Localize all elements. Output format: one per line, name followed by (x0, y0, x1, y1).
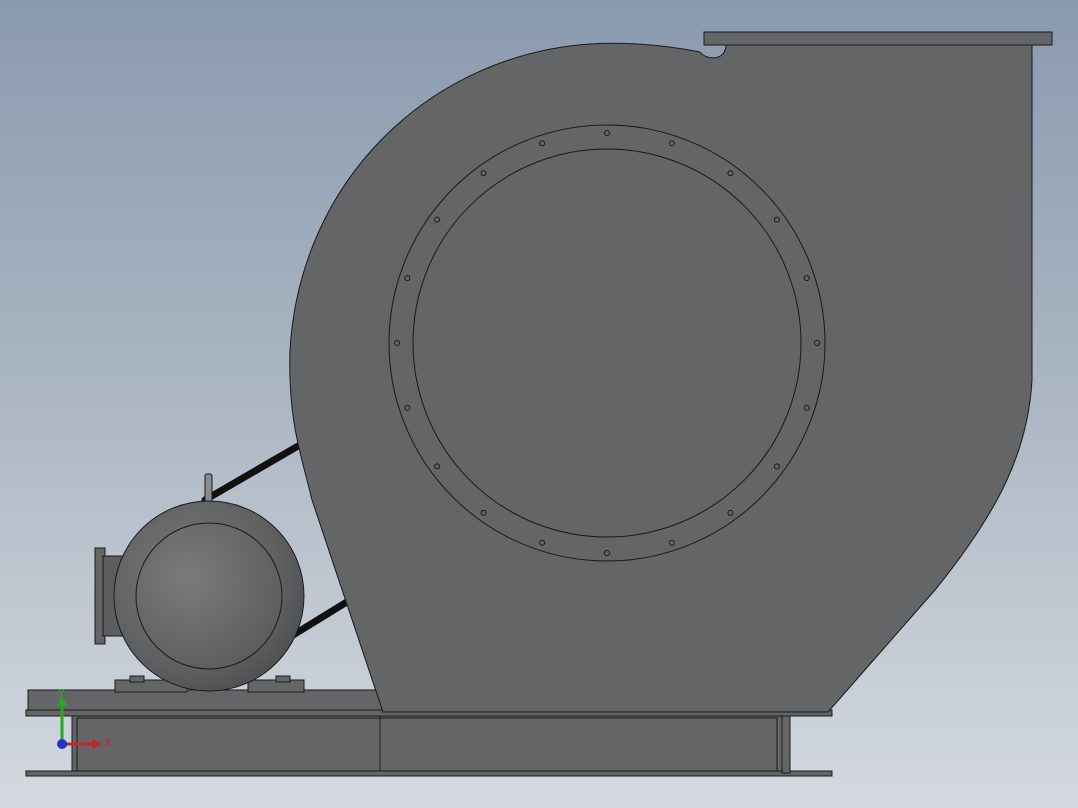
cad-graphics-area[interactable]: Y X (0, 0, 1078, 808)
x-axis-label: X (104, 736, 112, 749)
outlet-flange[interactable] (703, 31, 1053, 46)
fan-assembly-model[interactable] (0, 0, 1078, 808)
y-axis-label: Y (57, 687, 65, 700)
motor[interactable] (94, 473, 305, 693)
coordinate-triad[interactable]: Y X (40, 686, 120, 756)
fan-housing[interactable] (289, 42, 1033, 713)
